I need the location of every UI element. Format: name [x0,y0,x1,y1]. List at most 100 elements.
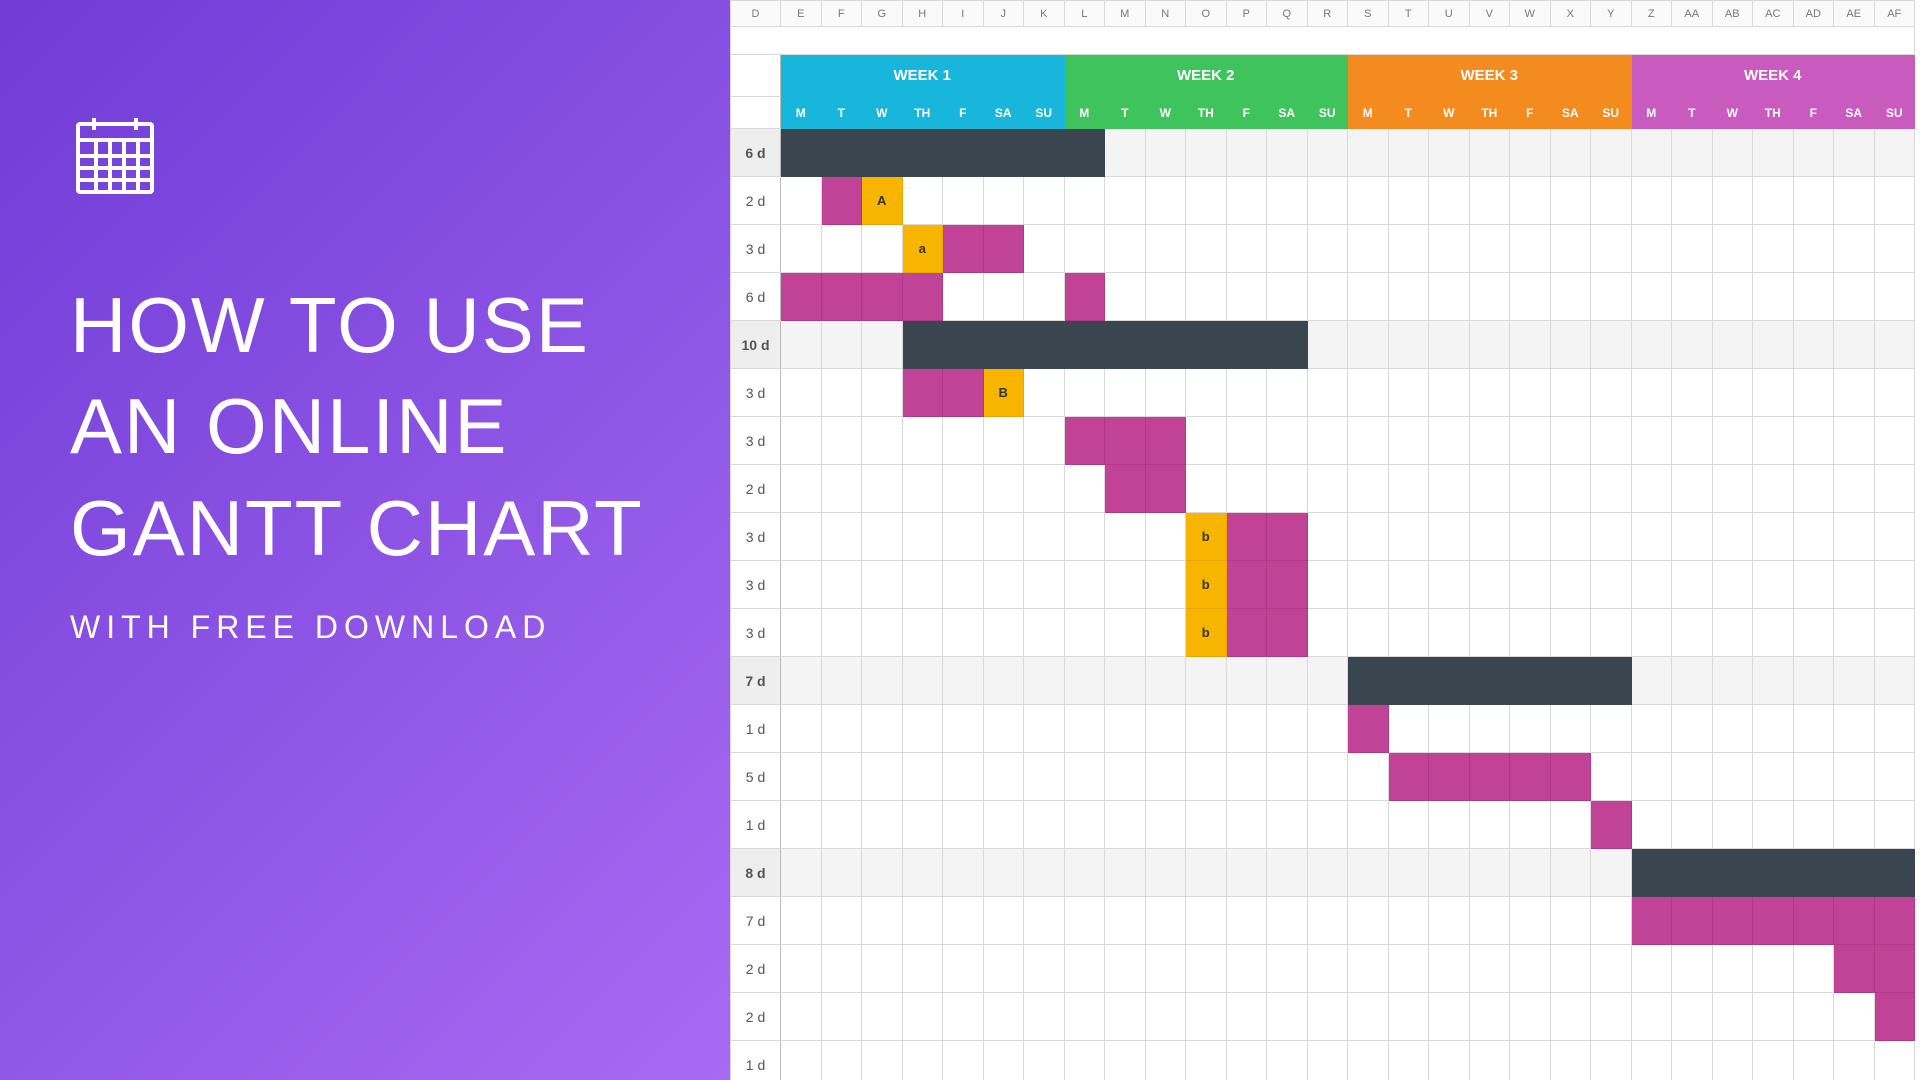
gantt-cell[interactable] [1024,993,1065,1041]
gantt-cell[interactable] [1267,465,1308,513]
gantt-cell[interactable] [1429,705,1470,753]
gantt-cell[interactable] [1834,801,1875,849]
gantt-cell[interactable] [983,273,1024,321]
gantt-bar-segment[interactable] [1712,849,1753,897]
gantt-cell[interactable] [1186,657,1227,705]
gantt-cell[interactable] [1348,753,1389,801]
gantt-cell[interactable] [1672,177,1713,225]
gantt-cell[interactable] [1591,849,1632,897]
gantt-cell[interactable] [1024,465,1065,513]
gantt-cell[interactable] [1388,897,1429,945]
gantt-cell[interactable] [902,945,943,993]
gantt-bar-segment[interactable] [1550,657,1591,705]
gantt-cell[interactable] [1469,225,1510,273]
gantt-bar-segment[interactable] [1267,321,1308,369]
gantt-cell[interactable] [1388,945,1429,993]
gantt-cell[interactable] [1348,849,1389,897]
gantt-cell[interactable] [1145,753,1186,801]
gantt-cell[interactable] [862,657,903,705]
gantt-cell[interactable] [1226,369,1267,417]
gantt-cell[interactable] [1591,897,1632,945]
gantt-cell[interactable] [821,1041,862,1080]
gantt-bar-segment[interactable] [1712,897,1753,945]
gantt-cell[interactable] [1388,513,1429,561]
gantt-cell[interactable] [1591,129,1632,177]
gantt-cell[interactable] [1024,801,1065,849]
gantt-cell[interactable] [1874,273,1915,321]
gantt-cell[interactable] [1024,897,1065,945]
gantt-cell[interactable] [1591,993,1632,1041]
gantt-bar-segment[interactable] [1834,849,1875,897]
gantt-cell[interactable] [1550,369,1591,417]
gantt-cell[interactable] [943,801,984,849]
column-header[interactable]: Y [1591,1,1632,27]
gantt-cell[interactable] [1348,945,1389,993]
gantt-cell[interactable] [1226,417,1267,465]
gantt-bar-segment[interactable] [781,129,822,177]
gantt-cell[interactable] [1834,225,1875,273]
gantt-cell[interactable] [1712,513,1753,561]
gantt-cell[interactable] [1186,897,1227,945]
gantt-cell[interactable] [1429,465,1470,513]
gantt-cell[interactable] [1631,369,1672,417]
gantt-cell[interactable] [1469,609,1510,657]
column-header[interactable]: Q [1267,1,1308,27]
gantt-cell[interactable] [1631,273,1672,321]
gantt-bar-segment[interactable] [1672,849,1713,897]
gantt-bar-segment[interactable] [1793,849,1834,897]
gantt-cell[interactable] [1550,273,1591,321]
gantt-cell[interactable] [1672,513,1713,561]
column-header[interactable]: AD [1793,1,1834,27]
gantt-cell[interactable] [1793,417,1834,465]
gantt-cell[interactable] [1226,705,1267,753]
gantt-cell[interactable] [1267,129,1308,177]
gantt-cell[interactable] [1510,321,1551,369]
gantt-cell[interactable] [1834,705,1875,753]
gantt-cell[interactable] [902,465,943,513]
gantt-cell[interactable] [1348,417,1389,465]
gantt-bar-segment[interactable] [1105,465,1146,513]
gantt-cell[interactable] [1672,417,1713,465]
gantt-cell[interactable] [1834,417,1875,465]
gantt-cell[interactable] [902,705,943,753]
gantt-cell[interactable] [1226,801,1267,849]
gantt-cell[interactable] [1753,1041,1794,1080]
gantt-cell[interactable] [1064,561,1105,609]
gantt-cell[interactable] [1388,177,1429,225]
gantt-cell[interactable] [1469,849,1510,897]
gantt-bar-segment[interactable] [1267,609,1308,657]
gantt-cell[interactable] [1429,177,1470,225]
gantt-cell[interactable] [1267,273,1308,321]
gantt-cell[interactable] [1469,705,1510,753]
gantt-bar-segment[interactable] [1631,849,1672,897]
column-header[interactable]: L [1064,1,1105,27]
gantt-cell[interactable] [1712,273,1753,321]
gantt-cell[interactable] [1307,129,1348,177]
gantt-cell[interactable] [1753,609,1794,657]
gantt-cell[interactable] [1793,369,1834,417]
gantt-cell[interactable] [1429,417,1470,465]
gantt-cell[interactable] [1793,945,1834,993]
gantt-cell[interactable] [1631,177,1672,225]
gantt-bar-segment[interactable] [1793,897,1834,945]
gantt-cell[interactable] [1591,513,1632,561]
column-header[interactable]: S [1348,1,1389,27]
gantt-cell[interactable] [1631,945,1672,993]
gantt-cell[interactable] [1834,369,1875,417]
gantt-cell[interactable] [1267,753,1308,801]
gantt-cell[interactable] [1267,945,1308,993]
gantt-cell[interactable] [1105,513,1146,561]
gantt-cell[interactable] [1550,945,1591,993]
gantt-cell[interactable] [1429,945,1470,993]
gantt-cell[interactable] [1226,1041,1267,1080]
gantt-cell[interactable] [1307,1041,1348,1080]
gantt-cell[interactable] [902,1041,943,1080]
gantt-cell[interactable] [1064,465,1105,513]
gantt-cell[interactable] [1510,801,1551,849]
gantt-bar-segment[interactable] [1672,897,1713,945]
gantt-cell[interactable] [781,609,822,657]
gantt-cell[interactable] [781,657,822,705]
gantt-cell[interactable] [1307,897,1348,945]
gantt-bar-milestone[interactable]: b [1186,513,1227,561]
gantt-cell[interactable] [1753,801,1794,849]
